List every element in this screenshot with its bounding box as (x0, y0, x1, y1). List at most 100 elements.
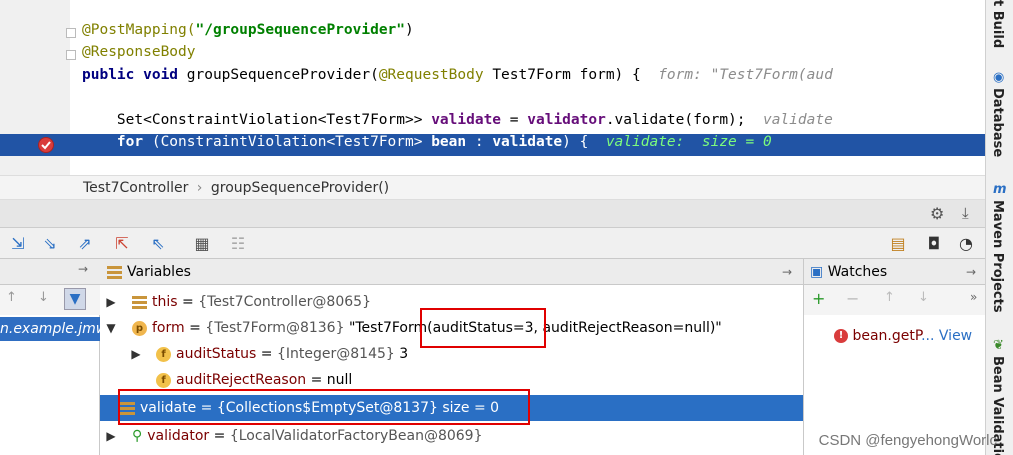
up-arrow-icon[interactable]: ↑ (6, 290, 17, 305)
frames-toolbar: ↑ ↓ ▼ (0, 285, 100, 315)
gauge-icon[interactable]: ◔ (956, 234, 976, 254)
panel-pin-icon[interactable]: → (78, 262, 88, 276)
watches-icon: ▣ (810, 264, 824, 280)
collapse-arrow-icon[interactable]: ▼ (105, 315, 117, 341)
expand-arrow-icon[interactable]: ▶ (105, 423, 117, 449)
up-arrow-icon[interactable]: ↑ (884, 290, 895, 305)
code-token: validate (431, 111, 502, 128)
object-icon (132, 295, 147, 309)
right-tool-strip: t Build ◉ Database m Maven Projects ❦ Be… (985, 0, 1013, 455)
tool-tab-database[interactable]: Database (990, 88, 1005, 157)
highlight-box (118, 389, 530, 425)
variables-icon (107, 265, 122, 279)
code-token: bean (431, 134, 467, 150)
breadcrumb-class[interactable]: Test7Controller (83, 180, 188, 196)
code-token: : (466, 134, 493, 150)
error-icon: ! (834, 329, 848, 343)
code-line[interactable]: @ResponseBody (82, 41, 196, 63)
breadcrumb-separator: › (196, 180, 203, 196)
watches-header: ▣ Watches → (804, 259, 985, 285)
variable-row[interactable]: ▶ ⚲ validator = {LocalValidatorFactoryBea… (100, 423, 803, 449)
code-token: validate: size = 0 (605, 134, 772, 150)
show-execution-point-icon[interactable]: ⇲ (8, 234, 28, 254)
code-token: @ResponseBody (82, 44, 196, 60)
code-token: Set<ConstraintViolation<Test7Form>> (82, 111, 432, 128)
code-token: @RequestBody (378, 66, 493, 83)
link-icon: ⚲ (132, 428, 143, 444)
code-token: = (501, 111, 528, 128)
memory-icon[interactable]: ◘ (924, 234, 944, 254)
hide-panel-icon[interactable]: ⤓ (962, 204, 969, 222)
expand-arrow-icon[interactable]: ▶ (130, 341, 142, 367)
code-editor[interactable]: 3635343332313029 @PostMapping("/groupSeq… (0, 0, 985, 175)
breakpoint-icon[interactable] (38, 137, 54, 153)
breadcrumb-method[interactable]: groupSequenceProvider() (211, 180, 389, 196)
settings-icon[interactable]: ⚙ (930, 204, 944, 223)
code-token: ) (405, 21, 414, 38)
code-token: .validate(form); (605, 111, 763, 128)
variable-value: {Test7Controller@8065} (198, 294, 371, 310)
code-token: validator (527, 111, 606, 128)
restore-layout-icon[interactable]: ▤ (888, 234, 908, 254)
variables-title: Variables (127, 264, 191, 280)
step-into-icon[interactable]: ⇗ (75, 234, 95, 254)
fold-marker-icon[interactable] (66, 50, 76, 60)
maven-icon: m (993, 182, 1007, 197)
code-token: for (82, 134, 152, 150)
variable-value: {Integer@8145} (276, 346, 395, 362)
expand-arrow-icon[interactable]: ▶ (105, 289, 117, 315)
frames-panel: → ↑ ↓ ▼ n.example.jmw (0, 259, 100, 455)
code-token: ) { (562, 134, 606, 150)
variables-panel: Variables → ▶ this = {Test7Controller@80… (100, 259, 804, 455)
watches-title: Watches (827, 264, 888, 280)
frames-header: → (0, 259, 100, 285)
variable-tostring: 3 (399, 346, 409, 362)
panel-pin-icon[interactable]: → (782, 259, 792, 285)
down-arrow-icon[interactable]: ↓ (38, 290, 49, 305)
frame-list-item[interactable]: n.example.jmw (0, 317, 100, 341)
debug-toolbar: ⇲ ⇘ ⇗ ⇱ ⇖ ▦ ☷ ▤ ◘ ◔ (0, 228, 985, 259)
code-line[interactable]: Set<ConstraintViolation<Test7Form>> vali… (82, 109, 833, 131)
code-token: validate (492, 134, 563, 150)
watermark: CSDN @fengyehongWorlc (818, 432, 997, 449)
breadcrumb: Test7Controller › groupSequenceProvider(… (0, 175, 985, 200)
field-icon: f (156, 346, 171, 362)
code-token: Test7Form form) { (492, 66, 659, 83)
trace-icon[interactable]: ☷ (228, 234, 248, 254)
filter-icon[interactable]: ▼ (64, 288, 86, 310)
variable-name: this (152, 294, 178, 310)
code-line[interactable]: for (ConstraintViolation<Test7Form> bean… (82, 131, 772, 153)
code-token: (ConstraintViolation<Test7Form> (151, 134, 432, 150)
code-line[interactable]: public void groupSequenceProvider(@Reque… (82, 64, 833, 86)
watches-toolbar: + − ↑ ↓ » (804, 285, 985, 315)
remove-watch-icon[interactable]: − (846, 289, 859, 308)
force-step-into-icon[interactable]: ⇱ (112, 234, 132, 254)
watch-view-link[interactable]: ... View (921, 328, 972, 344)
watches-panel: ▣ Watches → + − ↑ ↓ » ! bean.getP... Vie… (804, 259, 985, 455)
evaluate-expression-icon[interactable]: ▦ (192, 234, 212, 254)
more-icon[interactable]: » (970, 290, 977, 304)
variable-name: validator (147, 428, 210, 444)
code-token: "/groupSequenceProvider" (195, 21, 406, 38)
tool-tab-build[interactable]: t Build (990, 0, 1005, 48)
parameter-icon: p (132, 320, 147, 336)
code-token: groupSequenceProvider( (186, 66, 379, 83)
highlight-box (420, 308, 546, 348)
step-out-icon[interactable]: ⇖ (148, 234, 168, 254)
variable-value: null (326, 372, 353, 388)
fold-marker-icon[interactable] (66, 28, 76, 38)
debug-header-bar: ⚙ ⤓ (0, 200, 985, 228)
add-watch-icon[interactable]: + (812, 289, 825, 308)
step-over-icon[interactable]: ⇘ (40, 234, 60, 254)
panel-pin-icon[interactable]: → (966, 259, 976, 285)
tool-tab-maven[interactable]: Maven Projects (990, 200, 1005, 313)
variable-value: {Test7Form@8136} (205, 320, 345, 336)
variable-name: auditStatus (176, 346, 257, 362)
bean-icon: ❦ (993, 338, 1004, 353)
down-arrow-icon[interactable]: ↓ (918, 290, 929, 305)
code-line[interactable]: @PostMapping("/groupSequenceProvider") (82, 19, 414, 41)
watch-item[interactable]: ! bean.getP... View (834, 325, 972, 347)
variables-header: Variables → (100, 259, 803, 285)
variable-value: {LocalValidatorFactoryBean@8069} (229, 428, 483, 444)
code-token: validate (762, 111, 833, 128)
